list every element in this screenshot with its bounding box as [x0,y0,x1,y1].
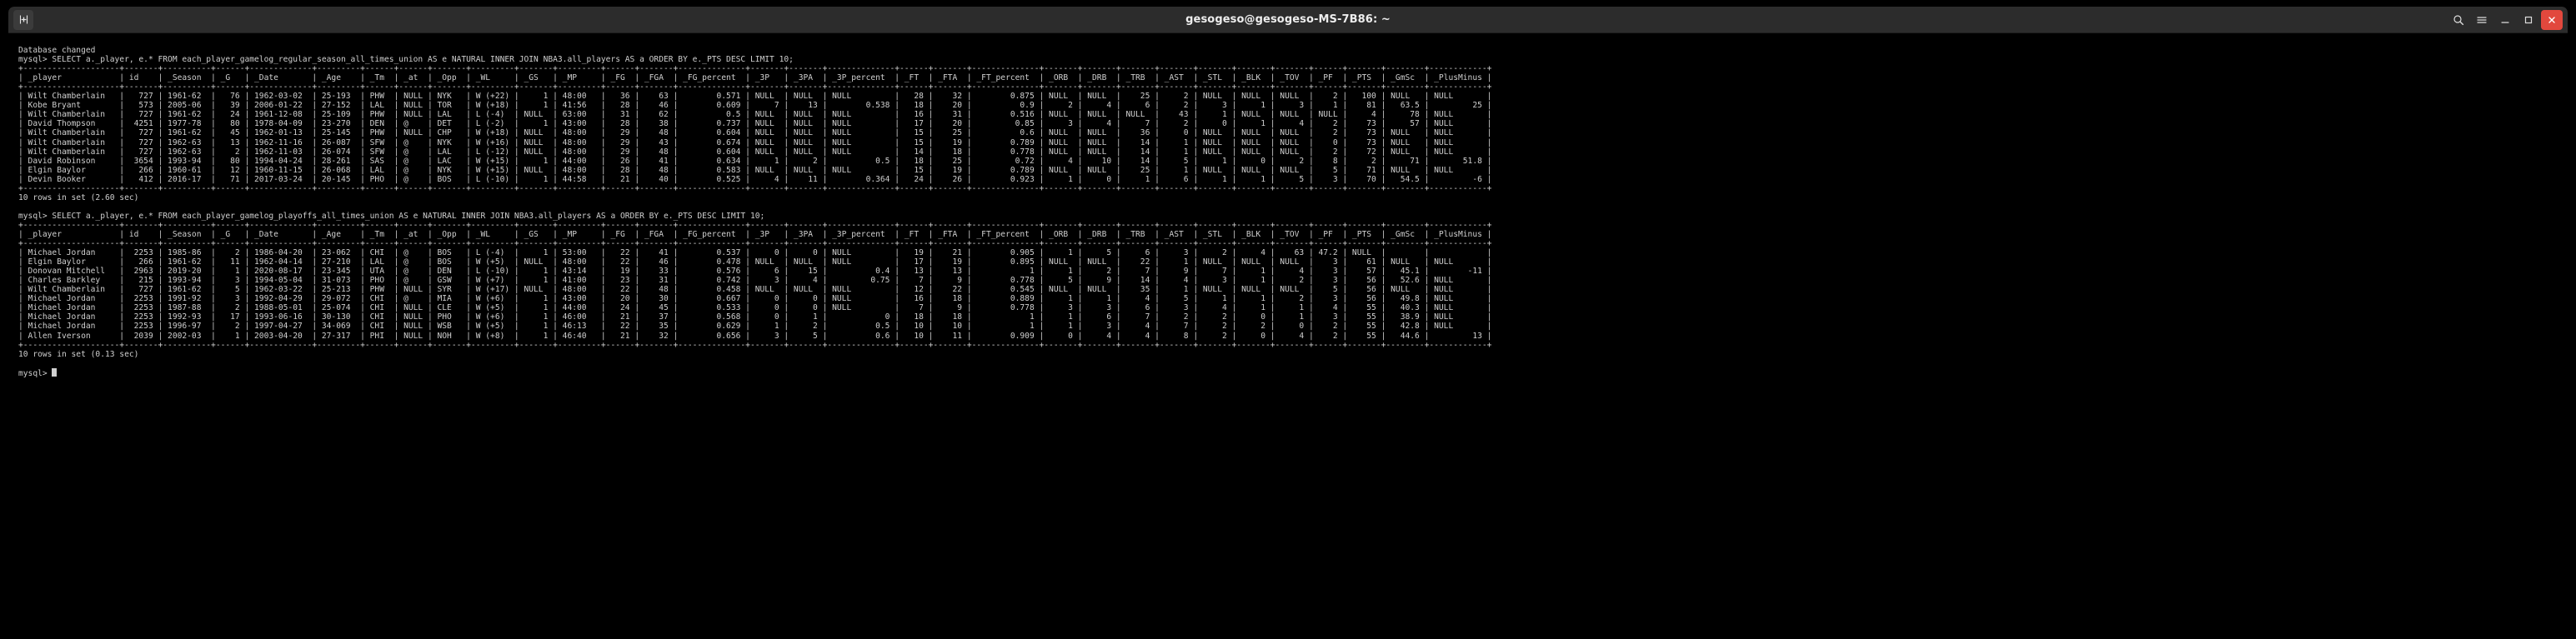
close-icon[interactable] [2541,9,2563,30]
maximize-icon[interactable] [2518,10,2539,30]
titlebar: gesogeso@gesogeso-MS-7B86: ~ [8,7,2568,33]
terminal-output-area[interactable]: Database changed mysql> SELECT a._player… [8,33,2568,632]
new-tab-icon[interactable] [13,9,33,30]
window-title: gesogeso@gesogeso-MS-7B86: ~ [1185,13,1391,26]
terminal-text: Database changed mysql> SELECT a._player… [18,46,1492,378]
titlebar-right-controls [2448,9,2563,30]
terminal-window: gesogeso@gesogeso-MS-7B86: ~ Database ch… [8,7,2568,632]
terminal-cursor [52,367,58,377]
search-icon[interactable] [2448,10,2469,30]
titlebar-left-controls [13,9,33,30]
minimize-icon[interactable] [2494,10,2516,30]
hamburger-menu-icon[interactable] [2471,10,2493,30]
